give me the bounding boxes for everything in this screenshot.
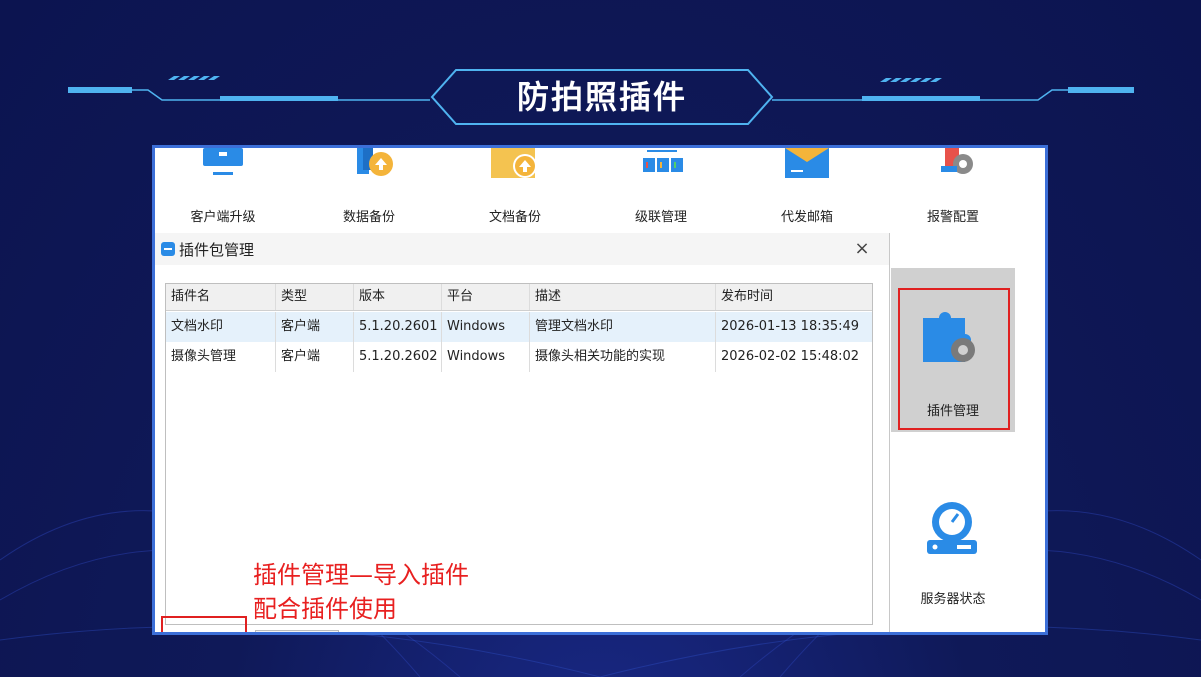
column-header[interactable]: 类型 bbox=[276, 284, 354, 310]
table-row[interactable]: 摄像头管理 客户端 5.1.20.2602 Windows 摄像头相关功能的实现… bbox=[166, 342, 872, 372]
table-cell: 客户端 bbox=[276, 312, 354, 342]
table-cell: 摄像头管理 bbox=[166, 342, 276, 372]
toolbar-item-label: 级联管理 bbox=[634, 210, 687, 225]
cascade-icon bbox=[643, 150, 683, 172]
toolbar-item-client-upgrade[interactable]: 客户端升级 bbox=[163, 148, 283, 228]
server-status-label: 服务器状态 bbox=[920, 592, 986, 607]
table-cell: Windows bbox=[442, 312, 530, 342]
table-cell: 文档水印 bbox=[166, 312, 276, 342]
annotation-text: 插件管理—导入插件 配合插件使用 bbox=[253, 558, 469, 626]
toolbar-item-cascade[interactable]: 级联管理 bbox=[601, 148, 721, 228]
table-cell: Windows bbox=[442, 342, 530, 372]
annotation-line: 插件管理—导入插件 bbox=[253, 561, 469, 589]
toolbar-item-alarm[interactable]: 报警配置 bbox=[893, 148, 1013, 228]
toolbar-item-label: 代发邮箱 bbox=[780, 210, 833, 225]
slide-title: 防拍照插件 bbox=[516, 78, 687, 116]
table-cell: 客户端 bbox=[276, 342, 354, 372]
monitor-icon bbox=[203, 148, 243, 175]
plugin-management-label: 插件管理 bbox=[926, 404, 979, 419]
toolbar: 客户端升级 数据备份 文档备份 级联管理 代发邮箱 报警配置 bbox=[155, 148, 1045, 228]
table-cell: 摄像头相关功能的实现 bbox=[530, 342, 716, 372]
dialog-titlebar: 插件包管理 × bbox=[155, 233, 889, 265]
toolbar-item-data-backup[interactable]: 数据备份 bbox=[309, 148, 429, 228]
toolbar-item-label: 数据备份 bbox=[342, 210, 395, 225]
column-header[interactable]: 平台 bbox=[442, 284, 530, 310]
alarm-gear-icon bbox=[941, 148, 973, 174]
data-backup-icon bbox=[357, 148, 393, 176]
column-header[interactable]: 描述 bbox=[530, 284, 716, 310]
column-header[interactable]: 发布时间 bbox=[716, 284, 872, 310]
slide: 防拍照插件 客户端升级 数据备份 文档备份 级联管理 代发邮箱 报警配置 插件管… bbox=[0, 0, 1201, 677]
import-button-highlight bbox=[161, 616, 247, 632]
dialog-title: 插件包管理 bbox=[179, 241, 255, 259]
column-header[interactable]: 版本 bbox=[354, 284, 442, 310]
table-row[interactable]: 文档水印 客户端 5.1.20.2601 Windows 管理文档水印 2026… bbox=[166, 312, 872, 342]
toolbar-item-doc-backup[interactable]: 文档备份 bbox=[455, 148, 575, 228]
mail-icon bbox=[785, 148, 829, 178]
toolbar-item-label: 报警配置 bbox=[926, 210, 979, 225]
dialog-bottom-button[interactable] bbox=[255, 630, 339, 632]
toolbar-item-label: 文档备份 bbox=[488, 210, 541, 225]
table-cell: 5.1.20.2602 bbox=[354, 342, 442, 372]
annotation-line: 配合插件使用 bbox=[253, 595, 397, 623]
app-logo-icon bbox=[161, 242, 175, 256]
toolbar-item-mail[interactable]: 代发邮箱 bbox=[747, 148, 867, 228]
table-header: 插件名 类型 版本 平台 描述 发布时间 bbox=[166, 284, 872, 311]
folder-upload-icon bbox=[491, 148, 537, 178]
table-cell: 2026-01-13 18:35:49 bbox=[721, 319, 860, 334]
table-cell: 2026-02-02 15:48:02 bbox=[721, 349, 860, 364]
close-icon[interactable]: × bbox=[849, 236, 875, 262]
app-screenshot: 客户端升级 数据备份 文档备份 级联管理 代发邮箱 报警配置 插件管理 服务器状… bbox=[152, 145, 1048, 635]
server-status-icon[interactable] bbox=[921, 500, 983, 560]
column-header[interactable]: 插件名 bbox=[166, 284, 276, 310]
table-cell: 5.1.20.2601 bbox=[354, 312, 442, 342]
plugin-package-dialog: 插件包管理 × 插件名 类型 版本 平台 描述 发布时间 文档水印 客户端 5.… bbox=[155, 233, 890, 632]
table-cell: 管理文档水印 bbox=[530, 312, 716, 342]
toolbar-item-label: 客户端升级 bbox=[190, 210, 256, 225]
